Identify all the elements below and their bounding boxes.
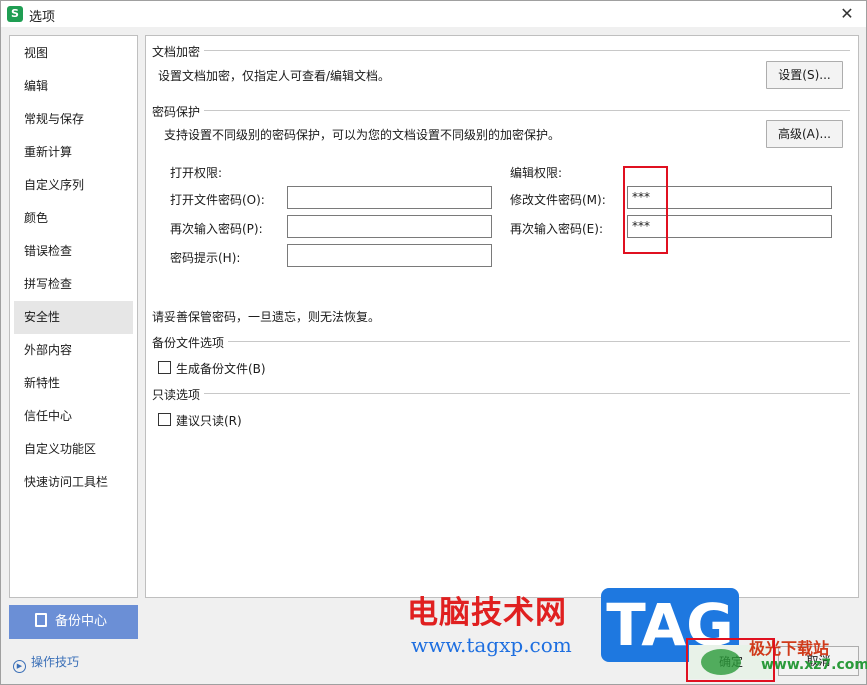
readonly-checkbox[interactable] bbox=[158, 413, 171, 426]
backup-center-button[interactable]: 备份中心 bbox=[9, 605, 138, 639]
edit-password-label: 修改文件密码(M): bbox=[510, 193, 606, 207]
watermark-site-name: 电脑技术网 bbox=[407, 595, 567, 631]
open-permission-heading: 打开权限: bbox=[170, 166, 223, 180]
readonly-section-title: 只读选项 bbox=[152, 386, 205, 403]
sidebar-item-quick-access-toolbar[interactable]: 快速访问工具栏 bbox=[10, 466, 137, 499]
open-confirm-label: 再次输入密码(P): bbox=[170, 222, 263, 236]
sidebar-item-trust-center[interactable]: 信任中心 bbox=[10, 400, 137, 433]
sidebar-item-view[interactable]: 视图 bbox=[10, 37, 137, 70]
advanced-button[interactable]: 高级(A)... bbox=[766, 120, 843, 148]
operation-tips-label: 操作技巧 bbox=[31, 655, 80, 669]
password-hint-input[interactable] bbox=[287, 244, 492, 267]
window-title: 选项 bbox=[29, 10, 56, 25]
close-icon[interactable]: ✕ bbox=[836, 3, 858, 25]
sidebar-item-security[interactable]: 安全性 bbox=[14, 301, 133, 334]
edit-confirm-label: 再次输入密码(E): bbox=[510, 222, 603, 236]
encryption-settings-button[interactable]: 设置(S)... bbox=[766, 61, 843, 89]
password-section-title: 密码保护 bbox=[152, 103, 205, 120]
readonly-checkbox-label[interactable]: 建议只读(R) bbox=[176, 412, 242, 429]
divider bbox=[152, 110, 850, 111]
wps-spreadsheet-app-icon: S bbox=[7, 6, 23, 22]
encryption-section-title: 文档加密 bbox=[152, 43, 205, 60]
open-password-input[interactable] bbox=[287, 186, 492, 209]
backup-checkbox[interactable] bbox=[158, 361, 171, 374]
backup-icon bbox=[35, 613, 47, 627]
sidebar-item-color[interactable]: 颜色 bbox=[10, 202, 137, 235]
security-panel: 文档加密 设置文档加密，仅指定人可查看/编辑文档。 设置(S)... 密码保护 … bbox=[145, 35, 859, 598]
watermark-url: www.tagxp.com bbox=[411, 633, 572, 657]
sidebar-item-general-save[interactable]: 常规与保存 bbox=[10, 103, 137, 136]
sidebar-item-new-features[interactable]: 新特性 bbox=[10, 367, 137, 400]
password-hint-label: 密码提示(H): bbox=[170, 251, 241, 265]
sidebar-item-spell-check[interactable]: 拼写检查 bbox=[10, 268, 137, 301]
encryption-description: 设置文档加密，仅指定人可查看/编辑文档。 bbox=[158, 69, 391, 83]
open-password-label: 打开文件密码(O): bbox=[170, 193, 265, 207]
sidebar-item-error-check[interactable]: 错误检查 bbox=[10, 235, 137, 268]
highlight-box bbox=[623, 166, 668, 254]
backup-section-title: 备份文件选项 bbox=[152, 334, 229, 351]
watermark-site2-url: www.xz7.com bbox=[761, 657, 867, 673]
sidebar-item-edit[interactable]: 编辑 bbox=[10, 70, 137, 103]
password-warning: 请妥善保管密码，一旦遗忘，则无法恢复。 bbox=[152, 310, 381, 324]
password-description: 支持设置不同级别的密码保护，可以为您的文档设置不同级别的加密保护。 bbox=[164, 128, 561, 142]
operation-tips-link[interactable]: ▶ 操作技巧 bbox=[13, 653, 79, 673]
backup-checkbox-label[interactable]: 生成备份文件(B) bbox=[176, 360, 266, 377]
divider bbox=[152, 393, 850, 394]
divider bbox=[152, 50, 850, 51]
options-sidebar: 视图 编辑 常规与保存 重新计算 自定义序列 颜色 错误检查 拼写检查 安全性 … bbox=[9, 35, 138, 598]
sidebar-item-custom-ribbon[interactable]: 自定义功能区 bbox=[10, 433, 137, 466]
edit-permission-heading: 编辑权限: bbox=[510, 166, 563, 180]
divider bbox=[152, 341, 850, 342]
play-icon: ▶ bbox=[13, 660, 26, 673]
sidebar-item-external-content[interactable]: 外部内容 bbox=[10, 334, 137, 367]
highlight-box-ok bbox=[686, 638, 775, 682]
sidebar-item-recalculate[interactable]: 重新计算 bbox=[10, 136, 137, 169]
title-bar: S 选项 ✕ bbox=[1, 1, 866, 27]
options-dialog: S 选项 ✕ 视图 编辑 常规与保存 重新计算 自定义序列 颜色 错误检查 拼写… bbox=[0, 0, 867, 685]
open-confirm-input[interactable] bbox=[287, 215, 492, 238]
sidebar-item-custom-list[interactable]: 自定义序列 bbox=[10, 169, 137, 202]
backup-center-label: 备份中心 bbox=[55, 614, 108, 629]
